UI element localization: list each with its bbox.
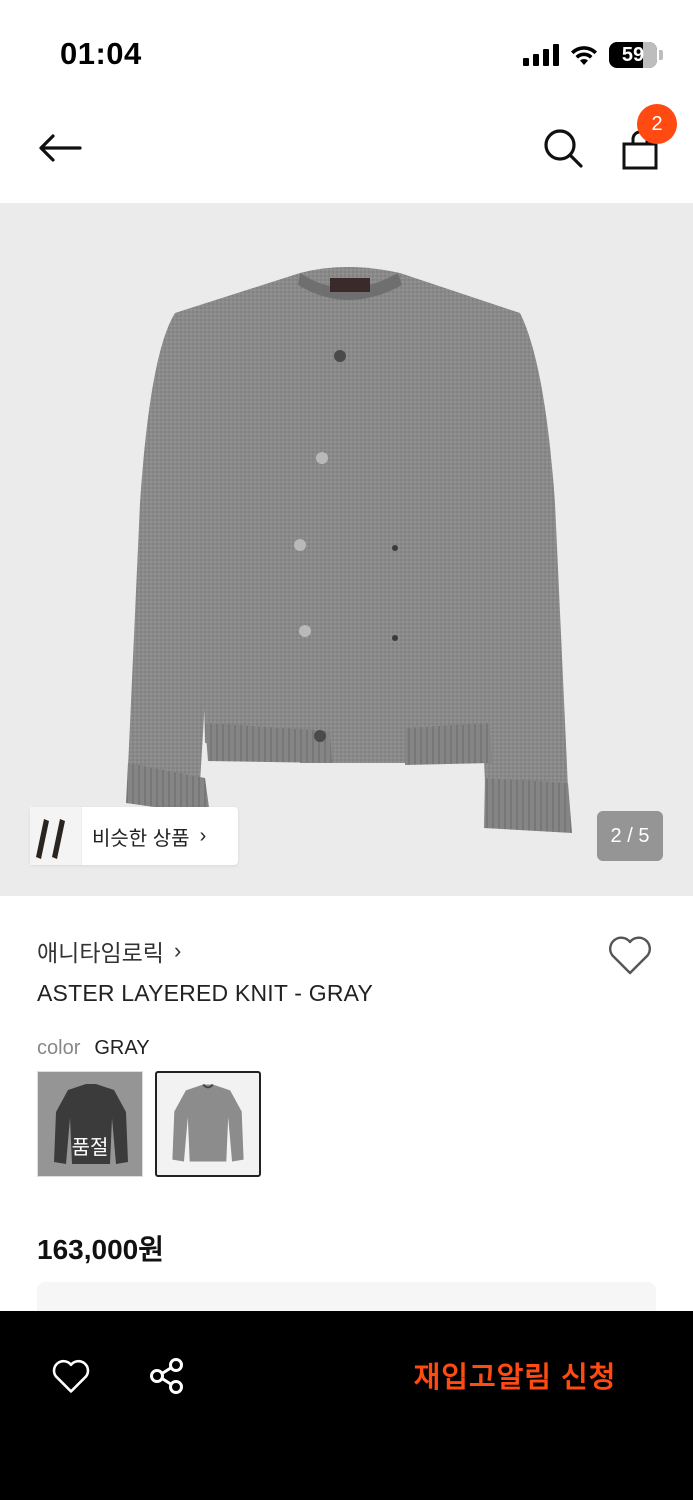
status-icons: 59 xyxy=(523,40,663,70)
wifi-icon xyxy=(571,46,597,65)
back-button[interactable] xyxy=(30,122,90,174)
product-price: 163,000원 xyxy=(37,1234,164,1265)
restock-alert-button[interactable]: 재입고알림 신청 xyxy=(380,1349,650,1401)
search-button[interactable] xyxy=(535,120,591,176)
similar-products-button[interactable]: 비슷한 상품 › xyxy=(30,807,238,865)
cart-count-badge: 2 xyxy=(637,104,677,144)
status-bar: 01:04 59 xyxy=(0,0,693,100)
battery-level: 59 xyxy=(621,43,645,66)
heart-icon xyxy=(609,936,651,975)
bottom-action-bar: 재입고알림 신청 xyxy=(0,1311,693,1500)
similar-products-label: 비슷한 상품 xyxy=(92,827,190,850)
color-label: color xyxy=(37,1037,81,1059)
share-icon xyxy=(150,1358,183,1394)
status-time: 01:04 xyxy=(60,36,142,71)
like-button[interactable] xyxy=(48,1353,94,1399)
cellular-signal-icon xyxy=(523,44,559,66)
arrow-left-icon xyxy=(39,134,82,162)
color-options: 품절 xyxy=(37,1071,261,1177)
gray-cardigan-thumbnail xyxy=(172,1083,244,1162)
share-button[interactable] xyxy=(144,1353,190,1399)
color-option-gray[interactable] xyxy=(155,1071,261,1177)
color-selector-label: color GRAY xyxy=(37,1037,150,1060)
sold-out-label: 품절 xyxy=(71,1137,109,1159)
brand-link[interactable]: 애니타임로릭 › xyxy=(37,934,181,968)
similar-products-thumbnail xyxy=(30,807,82,865)
wishlist-button[interactable] xyxy=(605,930,655,980)
sold-out-overlay: 품절 xyxy=(38,1072,142,1176)
product-image-carousel[interactable]: 비슷한 상품 › 2 / 5 xyxy=(0,203,693,896)
heart-icon xyxy=(52,1359,90,1393)
product-title: ASTER LAYERED KNIT - GRAY xyxy=(37,980,374,1006)
image-page-indicator: 2 / 5 xyxy=(597,811,663,861)
top-nav xyxy=(0,100,693,203)
product-image xyxy=(126,267,572,833)
chevron-right-icon: › xyxy=(173,938,182,963)
selected-color-value: GRAY xyxy=(94,1037,150,1059)
brand-name: 애니타임로릭 xyxy=(37,940,164,966)
chevron-right-icon: › xyxy=(199,824,207,847)
search-icon xyxy=(544,129,583,168)
battery-icon: 59 xyxy=(609,42,663,68)
color-option-black[interactable]: 품절 xyxy=(37,1071,143,1177)
